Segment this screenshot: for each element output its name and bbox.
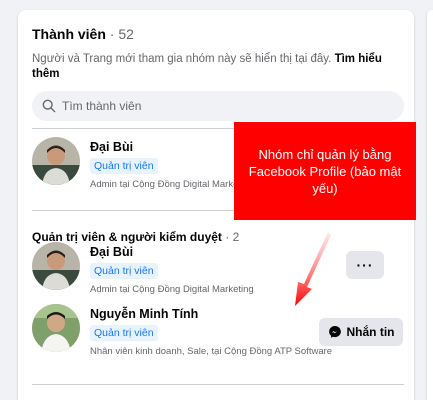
member-subtitle: Admin tại Cộng Đồng Digital Marketing [90,284,254,295]
search-box[interactable] [32,91,404,121]
members-count: · 52 [109,26,134,42]
member-subtitle: Nhân viên kinh doanh, Sale, tại Cộng Đồn… [90,346,333,357]
avatar-photo [32,242,80,290]
member-name[interactable]: Đại Bùi [90,245,133,259]
members-header: Thành viên · 52 [32,26,134,42]
member-name[interactable]: Nguyễn Minh Tính [90,307,198,321]
avatar-photo [32,304,80,352]
admin-badge: Quản trị viên [90,263,158,279]
description-text: Người và Trang mới tham gia nhóm này sẽ … [32,53,332,65]
member-name[interactable]: Đại Bùi [90,140,133,154]
avatar[interactable] [32,304,80,352]
members-title: Thành viên [32,26,106,42]
adjacent-panel [427,10,433,400]
messenger-icon [328,326,341,338]
admin-badge: Quản trị viên [90,158,158,174]
message-button[interactable]: Nhắn tin [319,318,403,346]
more-options-button[interactable]: ··· [346,251,384,279]
annotation-text: Nhóm chỉ quản lý bằng Facebook Profile (… [248,146,402,196]
search-input[interactable] [62,99,382,113]
admin-badge: Quản trị viên [90,325,158,341]
members-description: Người và Trang mới tham gia nhóm này sẽ … [32,52,402,82]
message-button-label: Nhắn tin [346,325,395,339]
avatar[interactable] [32,137,80,185]
search-icon [42,99,56,113]
annotation-callout: Nhóm chỉ quản lý bằng Facebook Profile (… [234,122,416,220]
divider [32,384,404,385]
avatar[interactable] [32,242,80,290]
avatar-photo [32,137,80,185]
